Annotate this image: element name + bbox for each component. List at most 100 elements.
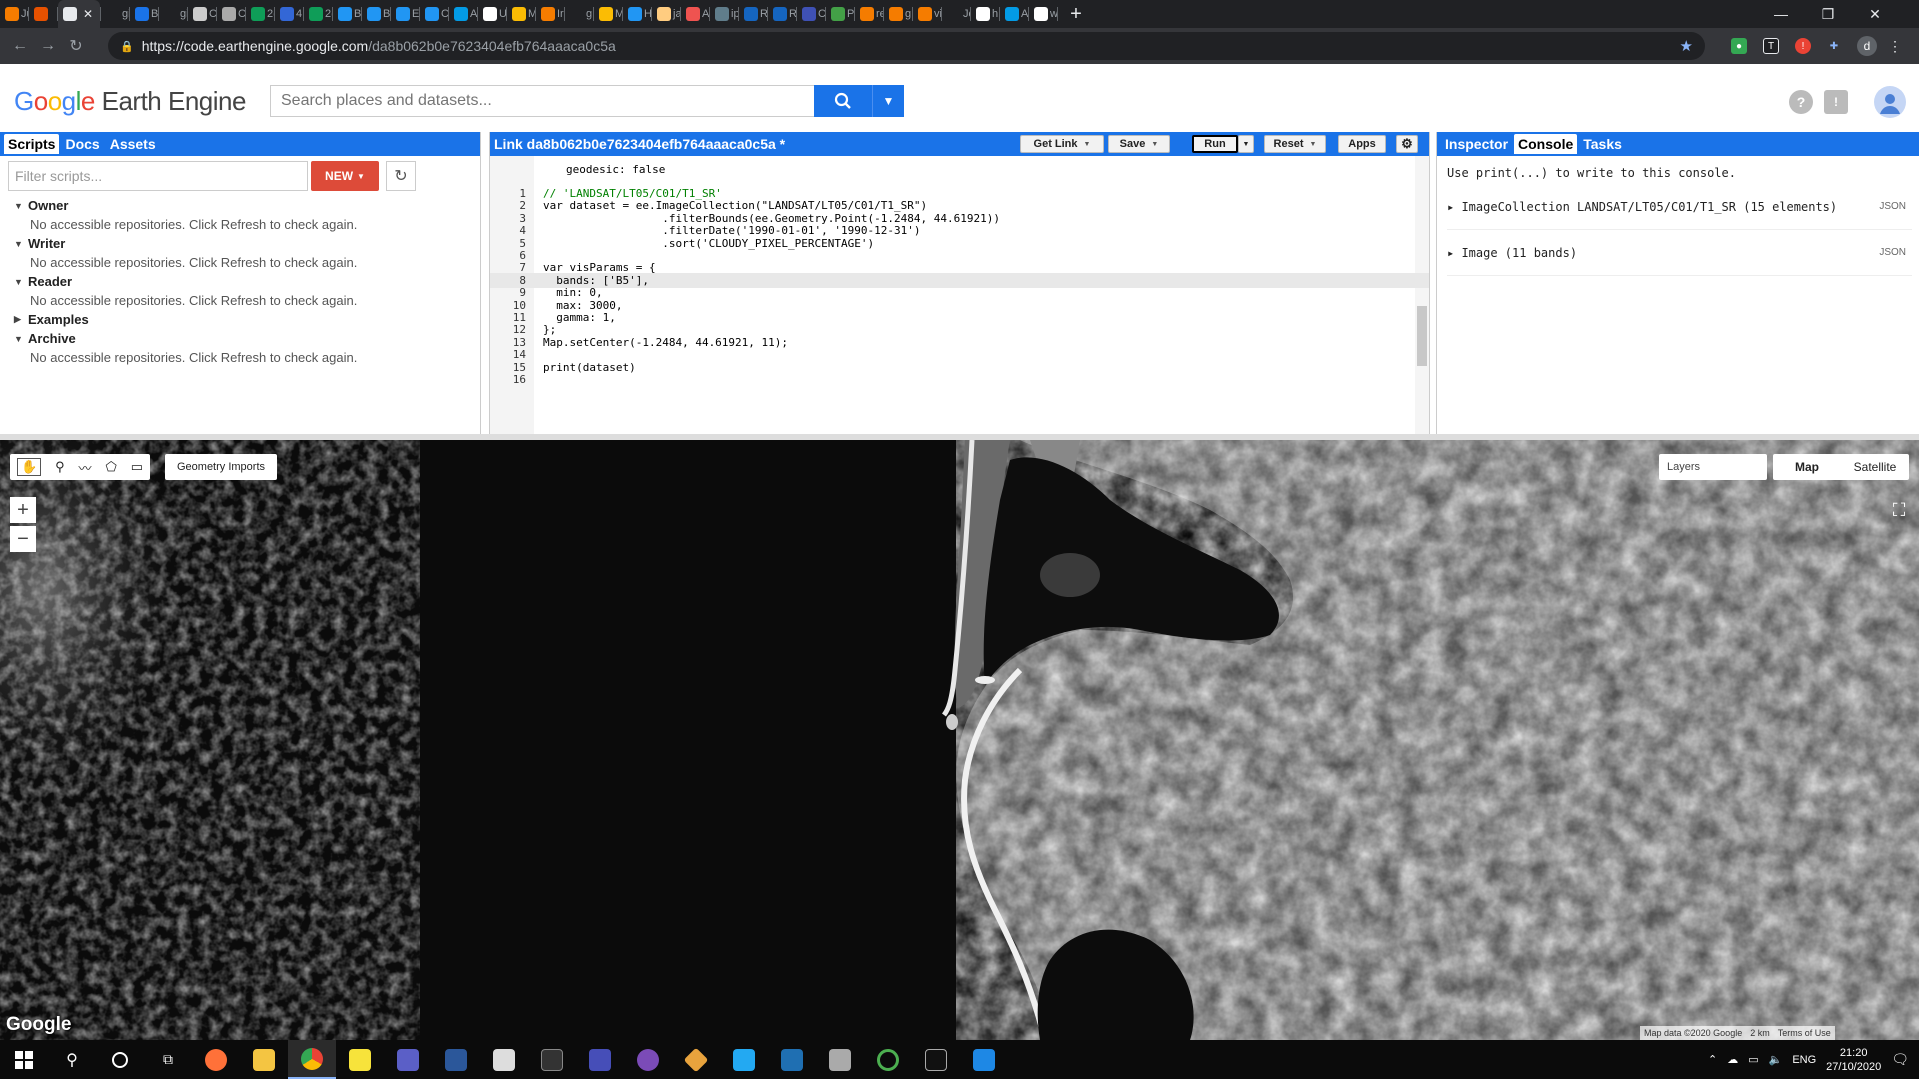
browser-tab[interactable]: Jc: [942, 0, 970, 28]
caret-down-icon[interactable]: ▼: [14, 334, 24, 344]
browser-tab[interactable]: R: [768, 0, 796, 28]
line-tool-icon[interactable]: 〰: [79, 458, 92, 477]
save-button[interactable]: Save ▼: [1108, 135, 1170, 153]
browser-tab[interactable]: ip: [710, 0, 738, 28]
browser-tab[interactable]: R: [739, 0, 767, 28]
tree-node-writer[interactable]: ▼ Writer: [14, 234, 474, 253]
browser-tab[interactable]: E: [391, 0, 419, 28]
browser-tab[interactable]: 2(: [246, 0, 274, 28]
cmd-icon[interactable]: [912, 1040, 960, 1079]
help-icon[interactable]: ?: [1789, 90, 1813, 114]
earth-engine-logo[interactable]: Google Earth Engine: [14, 86, 246, 117]
word-icon[interactable]: [432, 1040, 480, 1079]
caret-right-icon[interactable]: ▸: [1447, 200, 1461, 214]
new-button[interactable]: NEW ▼: [311, 161, 379, 191]
tree-node-archive[interactable]: ▼ Archive: [14, 329, 474, 348]
browser-tab[interactable]: C: [420, 0, 448, 28]
browser-tab[interactable]: A: [681, 0, 709, 28]
browser-tab[interactable]: g: [565, 0, 593, 28]
clock[interactable]: 21:20 27/10/2020: [1826, 1046, 1881, 1074]
virtualbox-icon[interactable]: [768, 1040, 816, 1079]
chevron-up-icon[interactable]: ⌃: [1708, 1053, 1717, 1066]
browser-tab[interactable]: ja: [652, 0, 680, 28]
browser-tab[interactable]: [29, 0, 57, 28]
teams-chat-icon[interactable]: [384, 1040, 432, 1079]
language-indicator[interactable]: ENG: [1792, 1054, 1816, 1066]
caret-down-icon[interactable]: ▼: [14, 201, 24, 211]
browser-tab[interactable]: h: [971, 0, 999, 28]
browser-tab[interactable]: 2(: [304, 0, 332, 28]
browser-tab[interactable]: gi: [101, 0, 129, 28]
chrome-icon[interactable]: [288, 1040, 336, 1079]
search-input[interactable]: [281, 92, 801, 110]
search-button[interactable]: [814, 85, 872, 117]
caret-down-icon[interactable]: ▼: [14, 277, 24, 287]
tab-docs[interactable]: Docs: [61, 134, 103, 154]
browser-tab[interactable]: H: [623, 0, 651, 28]
tree-node-owner[interactable]: ▼ Owner: [14, 196, 474, 215]
browser-tab[interactable]: w: [1029, 0, 1057, 28]
browser-tab[interactable]: re: [855, 0, 883, 28]
search-box[interactable]: [270, 85, 814, 117]
tree-node-examples[interactable]: ▶ Examples: [14, 310, 474, 329]
browser-tab[interactable]: A: [449, 0, 477, 28]
browser-tab[interactable]: U: [478, 0, 506, 28]
browser-tab[interactable]: gi: [159, 0, 187, 28]
run-dropdown-button[interactable]: ▼: [1238, 135, 1254, 153]
browser-tab[interactable]: C: [217, 0, 245, 28]
browser-tab[interactable]: 4: [275, 0, 303, 28]
browser-tab[interactable]: vi: [913, 0, 941, 28]
browser-tab[interactable]: ✕: [58, 0, 100, 28]
hand-tool-icon[interactable]: ✋: [16, 458, 42, 476]
chrome-menu-icon[interactable]: ⋮: [1887, 38, 1903, 54]
browser-tab[interactable]: B: [362, 0, 390, 28]
run-button[interactable]: Run: [1192, 135, 1238, 153]
polygon-tool-icon[interactable]: ⬠: [105, 459, 116, 475]
file-explorer-icon[interactable]: [240, 1040, 288, 1079]
browser-tab[interactable]: P: [826, 0, 854, 28]
caret-right-icon[interactable]: ▶: [14, 314, 24, 325]
fullscreen-icon[interactable]: ⛶: [1886, 497, 1912, 523]
task-view-icon[interactable]: ⧉: [144, 1040, 192, 1079]
sticky-notes-icon[interactable]: [336, 1040, 384, 1079]
git-icon[interactable]: [672, 1040, 720, 1079]
zoom-out-button[interactable]: −: [10, 526, 36, 552]
drive-app-icon[interactable]: [816, 1040, 864, 1079]
browser-tab[interactable]: A: [1000, 0, 1028, 28]
tab-assets[interactable]: Assets: [106, 134, 160, 154]
browser-tab[interactable]: M: [594, 0, 622, 28]
reload-icon[interactable]: ↻: [62, 36, 90, 56]
json-toggle[interactable]: JSON: [1879, 201, 1906, 212]
sync-app-icon[interactable]: [864, 1040, 912, 1079]
feedback-icon[interactable]: !: [1824, 90, 1848, 114]
caret-right-icon[interactable]: ▸: [1447, 246, 1461, 260]
document-app-icon[interactable]: [480, 1040, 528, 1079]
tab-console[interactable]: Console: [1514, 134, 1578, 154]
terminal-app-icon[interactable]: [528, 1040, 576, 1079]
map-type-satellite[interactable]: Satellite: [1841, 454, 1909, 480]
media-app-icon[interactable]: [624, 1040, 672, 1079]
browser-tab[interactable]: Ju: [0, 0, 28, 28]
minimize-button[interactable]: —: [1758, 0, 1804, 28]
photos-icon[interactable]: [960, 1040, 1008, 1079]
extension-translate-icon[interactable]: T: [1763, 38, 1779, 54]
forward-icon[interactable]: →: [34, 37, 62, 55]
back-icon[interactable]: ←: [6, 37, 34, 55]
layers-button[interactable]: Layers: [1659, 454, 1767, 480]
teams-icon[interactable]: [576, 1040, 624, 1079]
new-tab-button[interactable]: +: [1062, 3, 1090, 26]
browser-tab[interactable]: g: [884, 0, 912, 28]
console-entry[interactable]: ▸ ImageCollection LANDSAT/LT05/C01/T1_SR…: [1447, 184, 1912, 230]
cortana-icon[interactable]: [96, 1040, 144, 1079]
browser-tab[interactable]: Ir: [536, 0, 564, 28]
terms-link[interactable]: Terms of Use: [1778, 1028, 1831, 1038]
tab-tasks[interactable]: Tasks: [1579, 134, 1626, 154]
console-entry[interactable]: ▸ Image (11 bands) JSON: [1447, 230, 1912, 276]
extensions-puzzle-icon[interactable]: ✚: [1826, 38, 1842, 54]
profile-avatar[interactable]: d: [1857, 36, 1877, 56]
wrapped-code-text[interactable]: geodesic: false: [566, 162, 665, 177]
browser-tab[interactable]: Bi: [130, 0, 158, 28]
map-view[interactable]: [0, 440, 1919, 1040]
geometry-imports-button[interactable]: Geometry Imports: [165, 454, 277, 480]
tab-close-icon[interactable]: ✕: [83, 7, 93, 21]
